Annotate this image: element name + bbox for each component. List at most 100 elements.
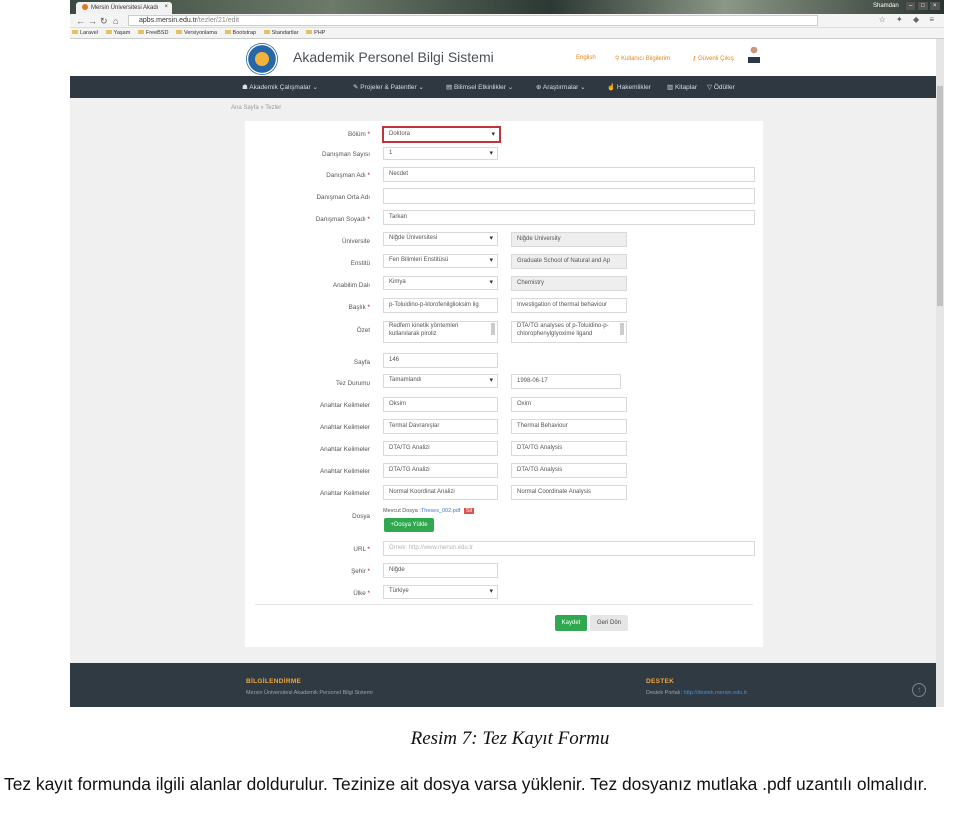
label-url: URL * — [353, 546, 370, 553]
maximize-icon[interactable]: □ — [918, 2, 928, 10]
user-info-link[interactable]: ⚲ Kullanıcı Bilgilerim — [615, 55, 670, 62]
label-baslik: Başlık * — [348, 304, 370, 311]
form-divider — [255, 604, 753, 605]
nav-bilimsel[interactable]: ▤ Bilimsel Etkinlikler ⌄ — [446, 83, 513, 91]
tez-tarih-input[interactable]: 1998-06-17 — [511, 374, 621, 389]
bookmark-item[interactable]: Yaşam — [105, 28, 130, 39]
reload-icon[interactable]: ↻ — [100, 15, 108, 27]
logout-link[interactable]: ⚷ Güvenli Çıkış — [692, 55, 734, 62]
danisman-adi-input[interactable]: Necdet — [383, 167, 755, 182]
bookmark-item[interactable]: Bootstrap — [224, 28, 256, 39]
book-icon: ▥ — [667, 84, 675, 91]
footer-support-text: Destek Portalı: http://destek.mersin.edu… — [646, 690, 748, 696]
folder-icon — [175, 30, 182, 34]
crosshair-icon: ⊕ — [536, 84, 543, 91]
url-path: /tezler/21/edit — [196, 17, 240, 24]
enstitu-en-field: Graduate School of Natural and Ap — [511, 254, 627, 269]
minimize-icon[interactable]: – — [906, 2, 916, 10]
danisman-orta-input[interactable] — [383, 188, 755, 204]
keyword-en-input[interactable]: DTA/TG Analysis — [511, 463, 627, 478]
english-link[interactable]: English — [576, 55, 596, 61]
ozet-tr-textarea[interactable]: Redfern kinetik yöntemleri kullanılarak … — [383, 321, 498, 343]
label-ozet: Özet — [356, 327, 370, 334]
universite-select[interactable]: Niğde Üniversitesi — [383, 232, 498, 246]
url-field[interactable]: apbs.mersin.edu.tr/tezler/21/edit — [128, 15, 818, 26]
danisman-sayisi-select[interactable]: 1 — [383, 147, 498, 160]
keyword-en-input[interactable]: Thermal Behaviour — [511, 419, 627, 434]
textarea-scrollbar[interactable] — [491, 323, 495, 335]
save-button[interactable]: Kaydet — [555, 615, 587, 631]
browser-screenshot: Mersin Üniversitesi Akadı × Shamdan – □ … — [70, 0, 944, 707]
folder-icon — [137, 30, 144, 34]
nav-akademik[interactable]: ☗ Akademik Çalışmalar ⌄ — [242, 83, 318, 91]
keyword-tr-input[interactable]: Normal Koordinat Analizi — [383, 485, 498, 500]
nav-arastirmalar[interactable]: ⊕ Araştırmalar ⌄ — [536, 83, 586, 91]
anabilim-select[interactable]: Kimya — [383, 276, 498, 290]
baslik-tr-input[interactable]: p-Toluidino-p-klorofenilglioksim lig — [383, 298, 498, 313]
textarea-scrollbar[interactable] — [620, 323, 624, 335]
tab-close-icon[interactable]: × — [164, 4, 168, 10]
tab-title: Mersin Üniversitesi Akadı — [91, 5, 159, 11]
delete-file-button[interactable]: Sil — [463, 508, 475, 514]
current-file: Mevcut Dosya :Theses_002.pdf Sil — [383, 508, 475, 514]
upload-file-button[interactable]: +Dosya Yükle — [384, 518, 434, 532]
url-input[interactable]: Örnek: http://www.mersin.edu.tr — [383, 541, 755, 556]
ozet-en-textarea[interactable]: DTA/TG analyses of p-Toluidino-p-chlorop… — [511, 321, 627, 343]
bookmark-item[interactable]: Laravel — [72, 28, 98, 39]
keyword-en-input[interactable]: DTA/TG Analysis — [511, 441, 627, 456]
label-sehir: Şehir * — [351, 568, 370, 575]
sayfa-input[interactable]: 146 — [383, 353, 498, 368]
address-bar-row: ← → ↻ ⌂ apbs.mersin.edu.tr/tezler/21/edi… — [70, 14, 944, 28]
anabilim-en-field: Chemistry — [511, 276, 627, 291]
label-enstitu: Enstitü — [350, 260, 370, 267]
support-link[interactable]: http://destek.mersin.edu.tr — [684, 690, 748, 696]
bookmark-item[interactable]: Versiyonlama — [175, 28, 217, 39]
browser-toolbar-icons[interactable]: ☆ ✦ ◆ ≡ — [879, 15, 938, 24]
nav-oduller[interactable]: ▽ Ödüller — [707, 83, 735, 91]
nav-hakemlikler[interactable]: ☝ Hakemlikler — [607, 83, 651, 91]
scrollbar-thumb[interactable] — [937, 86, 943, 306]
bookmark-item[interactable]: Standartlar — [263, 28, 299, 39]
thesis-form: Bölüm * Doktora Danışman Sayısı 1 Danışm… — [245, 121, 763, 647]
keyword-en-input[interactable]: Normal Coordinate Analysis — [511, 485, 627, 500]
back-icon[interactable]: ← — [76, 15, 85, 27]
nav-kitaplar[interactable]: ▥ Kitaplar — [667, 83, 697, 91]
nav-projeler[interactable]: ✎ Projeler & Patentler ⌄ — [353, 83, 424, 91]
browser-tab[interactable]: Mersin Üniversitesi Akadı × — [76, 2, 172, 14]
breadcrumb[interactable]: Ana Sayfa » Tezler — [231, 105, 281, 111]
ulke-select[interactable]: Türkiye — [383, 585, 498, 599]
label-anahtar-kelime: Anahtar Kelimeler — [319, 468, 370, 475]
folder-icon — [306, 30, 313, 34]
main-navbar: ☗ Akademik Çalışmalar ⌄ ✎ Projeler & Pat… — [70, 76, 936, 98]
forward-icon[interactable]: → — [88, 15, 97, 27]
danisman-soyadi-input[interactable]: Tarkan — [383, 210, 755, 225]
label-danisman-sayisi: Danışman Sayısı — [322, 151, 370, 158]
keyword-tr-input[interactable]: Oksim — [383, 397, 498, 412]
back-button[interactable]: Geri Dön — [590, 615, 628, 631]
keyword-tr-input[interactable]: DTA/TG Analizi — [383, 441, 498, 456]
label-danisman-orta: Danışman Orta Adı — [316, 194, 370, 201]
file-link[interactable]: Theses_002.pdf — [421, 508, 460, 514]
enstitu-select[interactable]: Fen Bilimleri Enstitüsü — [383, 254, 498, 268]
footer-support-title: DESTEK — [646, 678, 675, 685]
scroll-top-icon[interactable]: ↑ — [912, 683, 926, 697]
window-user: Shamdan — [873, 3, 899, 9]
calendar-icon: ▤ — [446, 84, 454, 91]
sehir-input[interactable]: Niğde — [383, 563, 498, 578]
close-window-icon[interactable]: × — [930, 2, 940, 10]
keyword-tr-input[interactable]: DTA/TG Analizi — [383, 463, 498, 478]
bookmark-item[interactable]: PHP — [306, 28, 325, 39]
site-footer: BİLGİLENDİRME Mersin Üniversitesi Akadem… — [70, 663, 936, 707]
keyword-tr-input[interactable]: Termal Davranışlar — [383, 419, 498, 434]
home-icon[interactable]: ⌂ — [113, 15, 118, 27]
baslik-en-input[interactable]: Investigation of thermal behaviour — [511, 298, 627, 313]
trophy-icon: ▽ — [707, 84, 714, 91]
bolum-select[interactable]: Doktora — [382, 126, 501, 143]
label-ulke: Ülke * — [353, 590, 370, 597]
tez-durumu-select[interactable]: Tamamlandı — [383, 374, 498, 388]
bookmark-item[interactable]: FreeBSD — [137, 28, 168, 39]
keyword-en-input[interactable]: Oxim — [511, 397, 627, 412]
label-anahtar-kelime: Anahtar Kelimeler — [319, 402, 370, 409]
university-logo — [246, 43, 278, 75]
avatar[interactable] — [748, 47, 760, 63]
